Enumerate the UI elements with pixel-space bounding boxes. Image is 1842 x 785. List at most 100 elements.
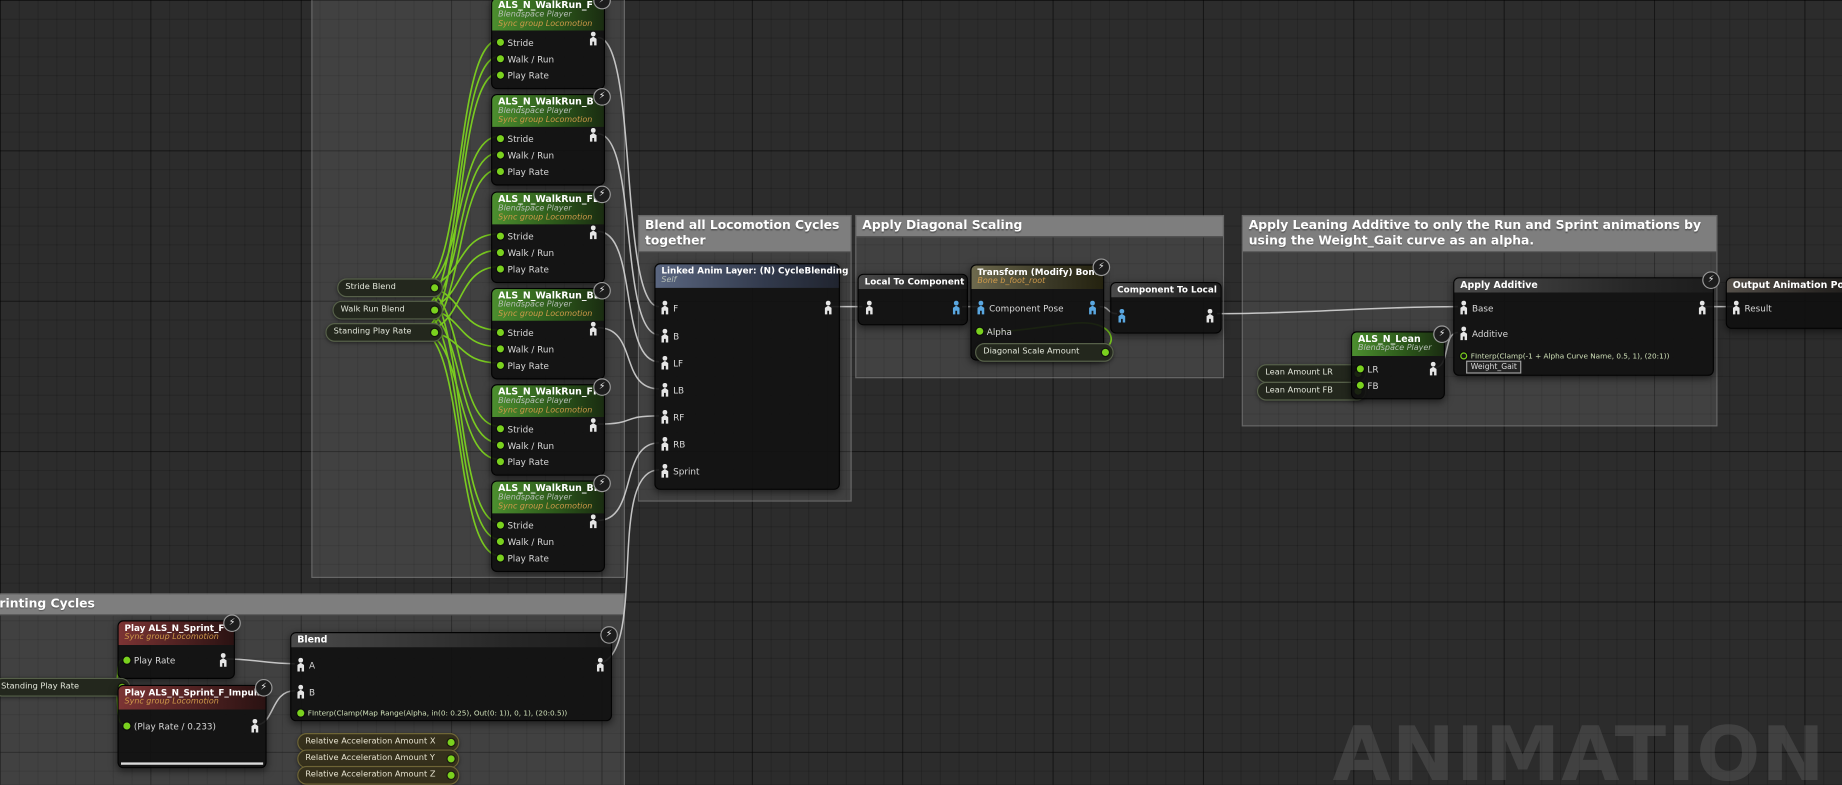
node-als-n-walkrun-fl[interactable]: ALS_N_WalkRun_FL Blendspace Player Sync … [491, 191, 605, 283]
pin-result[interactable]: Result [1732, 301, 1772, 315]
pin-alpha-expression[interactable]: FInterp(Clamp(Map Range(Alpha, in(0: 0.2… [297, 706, 567, 720]
node-als-n-walkrun-fr[interactable]: ALS_N_WalkRun_FR Blendspace Player Sync … [491, 384, 605, 476]
float-pin-icon [497, 345, 504, 352]
pin-fb[interactable]: FB [1357, 378, 1379, 392]
float-pin-icon [123, 722, 130, 729]
pose-output-pin[interactable] [1428, 362, 1437, 376]
pin-lb[interactable]: LB [660, 383, 684, 397]
pin-play-rate[interactable]: Play Rate [123, 653, 175, 667]
pin-alpha[interactable]: Alpha [976, 324, 1012, 338]
node-title: Blend [297, 634, 605, 645]
fast-path-icon: ⚡ [593, 88, 611, 106]
pin-f[interactable]: F [660, 301, 678, 315]
pin-play-rate[interactable]: Play Rate [497, 550, 604, 566]
pose-output-pin[interactable] [589, 418, 598, 432]
wires-layer [0, 0, 1842, 785]
anim-graph-canvas[interactable]: ANIMATION Blend all Locomotion Cycles to… [0, 0, 1842, 785]
pose-output-pin[interactable] [250, 719, 259, 733]
float-pin-icon [497, 554, 504, 561]
pose-output-pin[interactable] [589, 226, 598, 240]
output-pin[interactable] [448, 771, 455, 778]
variable-standing-play-rate[interactable]: Standing Play Rate [325, 323, 442, 342]
output-pin[interactable] [431, 306, 438, 313]
pin-walk-run[interactable]: Walk / Run [497, 244, 604, 260]
variable-rel-accel-z[interactable]: Relative Acceleration Amount Z [297, 766, 459, 785]
pose-output-pin[interactable] [219, 653, 228, 667]
variable-walk-run-blend[interactable]: Walk Run Blend [332, 301, 442, 320]
output-pin[interactable] [448, 755, 455, 762]
sync-group-label: Sync group Locomotion [498, 213, 598, 222]
float-pin-icon [497, 425, 504, 432]
output-pin[interactable] [431, 284, 438, 291]
pose-output-pin[interactable] [952, 301, 961, 315]
pin-play-rate[interactable]: Play Rate [497, 453, 604, 469]
fast-path-icon: ⚡ [593, 282, 611, 300]
pose-pin-icon [1459, 327, 1468, 341]
float-pin-icon [497, 249, 504, 256]
variable-standing-play-rate-2[interactable]: Standing Play Rate [0, 678, 130, 697]
pin-sprint[interactable]: Sprint [660, 464, 699, 478]
pin-play-rate[interactable]: Play Rate [497, 357, 604, 373]
node-play-als-n-sprint-f[interactable]: Play ALS_N_Sprint_F Sync group Locomotio… [117, 620, 234, 679]
node-linked-anim-layer-cycleblending[interactable]: Linked Anim Layer: (N) CycleBlending Sel… [654, 263, 840, 490]
curve-name-field[interactable]: Weight_Gait [1466, 361, 1522, 374]
pin-additive[interactable]: Additive [1459, 327, 1508, 341]
pose-output-pin[interactable] [823, 301, 832, 315]
pose-output-pin[interactable] [589, 322, 598, 336]
pose-output-pin[interactable] [596, 658, 605, 672]
node-als-n-walkrun-b[interactable]: ALS_N_WalkRun_B Blendspace Player Sync g… [491, 94, 605, 186]
pin-play-rate[interactable]: Play Rate [497, 67, 604, 83]
node-als-n-walkrun-f[interactable]: ALS_N_WalkRun_F Blendspace Player Sync g… [491, 0, 605, 89]
pin-lf[interactable]: LF [660, 356, 683, 370]
pose-pin-icon [660, 356, 669, 370]
pin-base[interactable]: Base [1459, 301, 1493, 315]
fast-path-icon: ⚡ [1433, 325, 1451, 343]
node-title: Apply Additive [1460, 280, 1707, 291]
node-local-to-component[interactable]: Local To Component [858, 274, 968, 326]
pose-output-pin[interactable] [589, 32, 598, 46]
pin-play-rate[interactable]: Play Rate [497, 261, 604, 277]
pose-output-pin[interactable] [1205, 309, 1214, 323]
pin-rb[interactable]: RB [660, 437, 685, 451]
pin-lr[interactable]: LR [1357, 362, 1379, 376]
float-pin-icon [1357, 382, 1364, 389]
output-pin[interactable] [1102, 348, 1109, 355]
pose-input-pin[interactable] [865, 301, 874, 315]
node-blend[interactable]: Blend A B FInterp(Clamp(Map Range(Alpha,… [290, 632, 612, 721]
float-pin-icon [1460, 352, 1467, 359]
variable-lean-amount-lr[interactable]: Lean Amount LR [1257, 364, 1366, 383]
pose-input-pin[interactable] [1117, 309, 1126, 323]
node-apply-additive[interactable]: Apply Additive Base Additive FInterp(Cla… [1453, 277, 1714, 376]
pin-b[interactable]: B [660, 329, 679, 343]
node-als-n-walkrun-bl[interactable]: ALS_N_WalkRun_BL Blendspace Player Sync … [491, 288, 605, 380]
pin-walk-run[interactable]: Walk / Run [497, 533, 604, 549]
node-play-als-n-sprint-f-impulse[interactable]: Play ALS_N_Sprint_F_Impulse Sync group L… [117, 685, 266, 768]
node-component-to-local[interactable]: Component To Local [1110, 282, 1222, 334]
node-output-animation-pose[interactable]: Output Animation Pose Result [1726, 277, 1842, 329]
pose-output-pin[interactable] [1698, 301, 1707, 315]
pin-a[interactable]: A [296, 658, 315, 672]
pin-walk-run[interactable]: Walk / Run [497, 341, 604, 357]
pose-output-pin[interactable] [589, 128, 598, 142]
pin-play-rate[interactable]: Play Rate [497, 163, 604, 179]
pin-rf[interactable]: RF [660, 410, 684, 424]
pin-play-rate-expression[interactable]: (Play Rate / 0.233) [123, 719, 216, 733]
output-pin[interactable] [431, 328, 438, 335]
pose-output-pin[interactable] [1088, 301, 1097, 315]
float-pin-icon [497, 55, 504, 62]
node-als-n-lean[interactable]: ALS_N_Lean Blendspace Player LR FB ⚡ [1351, 331, 1445, 399]
variable-diagonal-scale-amount[interactable]: Diagonal Scale Amount [975, 343, 1114, 362]
pin-b[interactable]: B [296, 685, 315, 699]
variable-stride-blend[interactable]: Stride Blend [337, 278, 443, 297]
node-subtitle: Self [661, 276, 833, 285]
pin-component-pose[interactable]: Component Pose [976, 301, 1063, 315]
variable-lean-amount-fb[interactable]: Lean Amount FB [1257, 382, 1366, 401]
node-als-n-walkrun-br[interactable]: ALS_N_WalkRun_BR Blendspace Player Sync … [491, 480, 605, 572]
pose-pin-icon [660, 383, 669, 397]
pin-walk-run[interactable]: Walk / Run [497, 147, 604, 163]
pin-walk-run[interactable]: Walk / Run [497, 51, 604, 67]
pin-walk-run[interactable]: Walk / Run [497, 437, 604, 453]
float-pin-icon [976, 328, 983, 335]
output-pin[interactable] [448, 738, 455, 745]
pose-output-pin[interactable] [589, 515, 598, 529]
